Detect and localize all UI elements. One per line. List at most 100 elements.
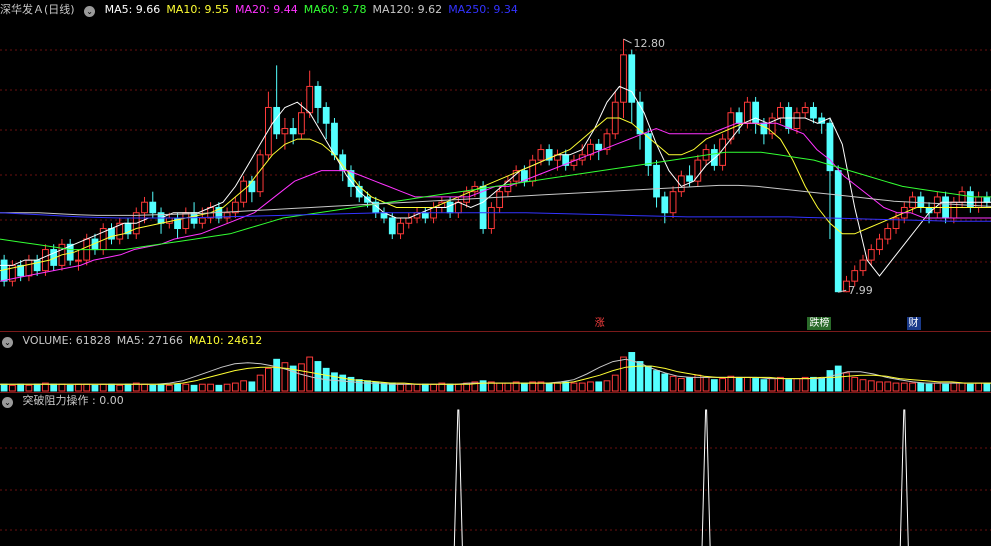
volume-bar xyxy=(454,383,462,392)
volume-bar xyxy=(834,365,842,392)
volume-bar xyxy=(298,363,305,392)
volume-bar xyxy=(628,352,636,392)
candle-body xyxy=(141,201,148,214)
volume-bar xyxy=(446,383,454,392)
candle-body xyxy=(595,143,603,151)
price-collapse-icon[interactable]: ⌄ xyxy=(84,6,96,17)
volume-bar xyxy=(314,361,322,392)
candle-body xyxy=(314,85,322,108)
volume-bar xyxy=(430,383,437,392)
volume-bar xyxy=(702,376,710,392)
volume-bar xyxy=(50,383,58,392)
stock-title: 深华发Ａ(日线) xyxy=(0,3,75,16)
volume-bar xyxy=(653,370,660,392)
candle-body xyxy=(198,217,206,224)
candle-body xyxy=(446,201,454,214)
volume-bar xyxy=(554,382,561,392)
volume-bar xyxy=(331,372,338,392)
volume-bar xyxy=(661,373,669,392)
price-annotation-label: 12.80 xyxy=(634,37,666,50)
volume-bar xyxy=(25,384,33,392)
volume-bar xyxy=(710,379,718,392)
price-annotation-pointer xyxy=(623,38,632,44)
volume-bar xyxy=(743,376,751,392)
candle-body xyxy=(281,128,289,135)
volume-bar xyxy=(0,383,8,392)
volume-collapse-icon[interactable]: ⌄ xyxy=(2,337,13,348)
volume-bar xyxy=(727,375,735,392)
candle-body xyxy=(653,164,660,198)
ma-line-ma10 xyxy=(0,117,991,272)
volume-bar xyxy=(265,367,272,392)
event-badge[interactable]: 跌榜 xyxy=(807,317,832,330)
candle-body xyxy=(182,212,190,230)
volume-bar xyxy=(223,383,231,392)
volume-bar xyxy=(785,379,793,392)
volume-bar xyxy=(570,382,578,392)
volume-bar xyxy=(760,379,768,392)
candle-body xyxy=(958,191,966,203)
volume-bar xyxy=(595,381,603,392)
volume-bar xyxy=(677,378,685,392)
volume-bar xyxy=(17,383,25,392)
candle-body xyxy=(149,201,157,214)
volume-bar xyxy=(273,358,281,392)
ma-legend-item-3: MA60: 9.78 xyxy=(303,3,367,16)
candle-body xyxy=(322,106,330,124)
volume-bar xyxy=(496,382,504,392)
ma-line-ma120 xyxy=(0,184,991,216)
volume-bar xyxy=(281,362,289,392)
volume-bar xyxy=(966,383,974,392)
volume-bar xyxy=(231,382,239,392)
volume-bar xyxy=(851,376,859,392)
candle-body xyxy=(859,259,867,272)
candle-body xyxy=(306,85,314,114)
indicator-collapse-icon[interactable]: ⌄ xyxy=(2,397,13,408)
volume-bar xyxy=(58,383,66,392)
volume-bar xyxy=(942,383,949,392)
candle-body xyxy=(75,259,82,262)
candle-body xyxy=(933,196,941,214)
candle-body xyxy=(834,170,842,293)
volume-bar xyxy=(810,376,817,392)
volume-bar xyxy=(843,372,850,392)
volume-bar xyxy=(190,384,198,392)
candle-body xyxy=(710,149,718,166)
volume-bar xyxy=(116,384,124,392)
candle-body xyxy=(752,101,760,124)
event-badge[interactable]: 涨 xyxy=(592,317,607,330)
volume-bar xyxy=(917,382,925,392)
indicator-label: 突破阻力操作 : 0.00 xyxy=(22,394,124,407)
volume-bar xyxy=(215,384,223,392)
candle-body xyxy=(537,149,545,161)
chart-canvas: 12.80 7.99 xyxy=(0,37,991,546)
candle-body xyxy=(388,217,396,235)
volume-bar xyxy=(793,378,801,392)
volume-bar xyxy=(884,381,892,392)
candle-body xyxy=(884,228,892,240)
volume-bar xyxy=(157,383,165,392)
candle-body xyxy=(686,175,693,182)
volume-bar xyxy=(975,382,983,392)
candle-body xyxy=(397,222,404,235)
volume-bar xyxy=(99,383,107,392)
candle-body xyxy=(851,270,859,282)
ma-legend-item-2: MA20: 9.44 xyxy=(235,3,298,16)
volume-bar xyxy=(768,378,776,392)
volume-legend-item-2: MA10: 24612 xyxy=(188,334,263,347)
candle-body xyxy=(760,122,768,135)
volume-bar xyxy=(149,384,157,392)
volume-bar xyxy=(735,376,743,392)
event-badge[interactable]: 财 xyxy=(906,317,921,330)
candle-body xyxy=(735,112,743,124)
candle-body xyxy=(289,128,297,135)
volume-bar xyxy=(66,384,74,392)
volume-bar xyxy=(198,383,206,392)
volume-bar xyxy=(207,383,214,392)
volume-bar xyxy=(587,381,594,392)
candle-body xyxy=(33,259,41,272)
volume-ma-line-ma10 xyxy=(0,365,991,385)
candle-body xyxy=(743,101,751,124)
volume-bar xyxy=(801,376,809,392)
volume-bar xyxy=(108,383,115,392)
